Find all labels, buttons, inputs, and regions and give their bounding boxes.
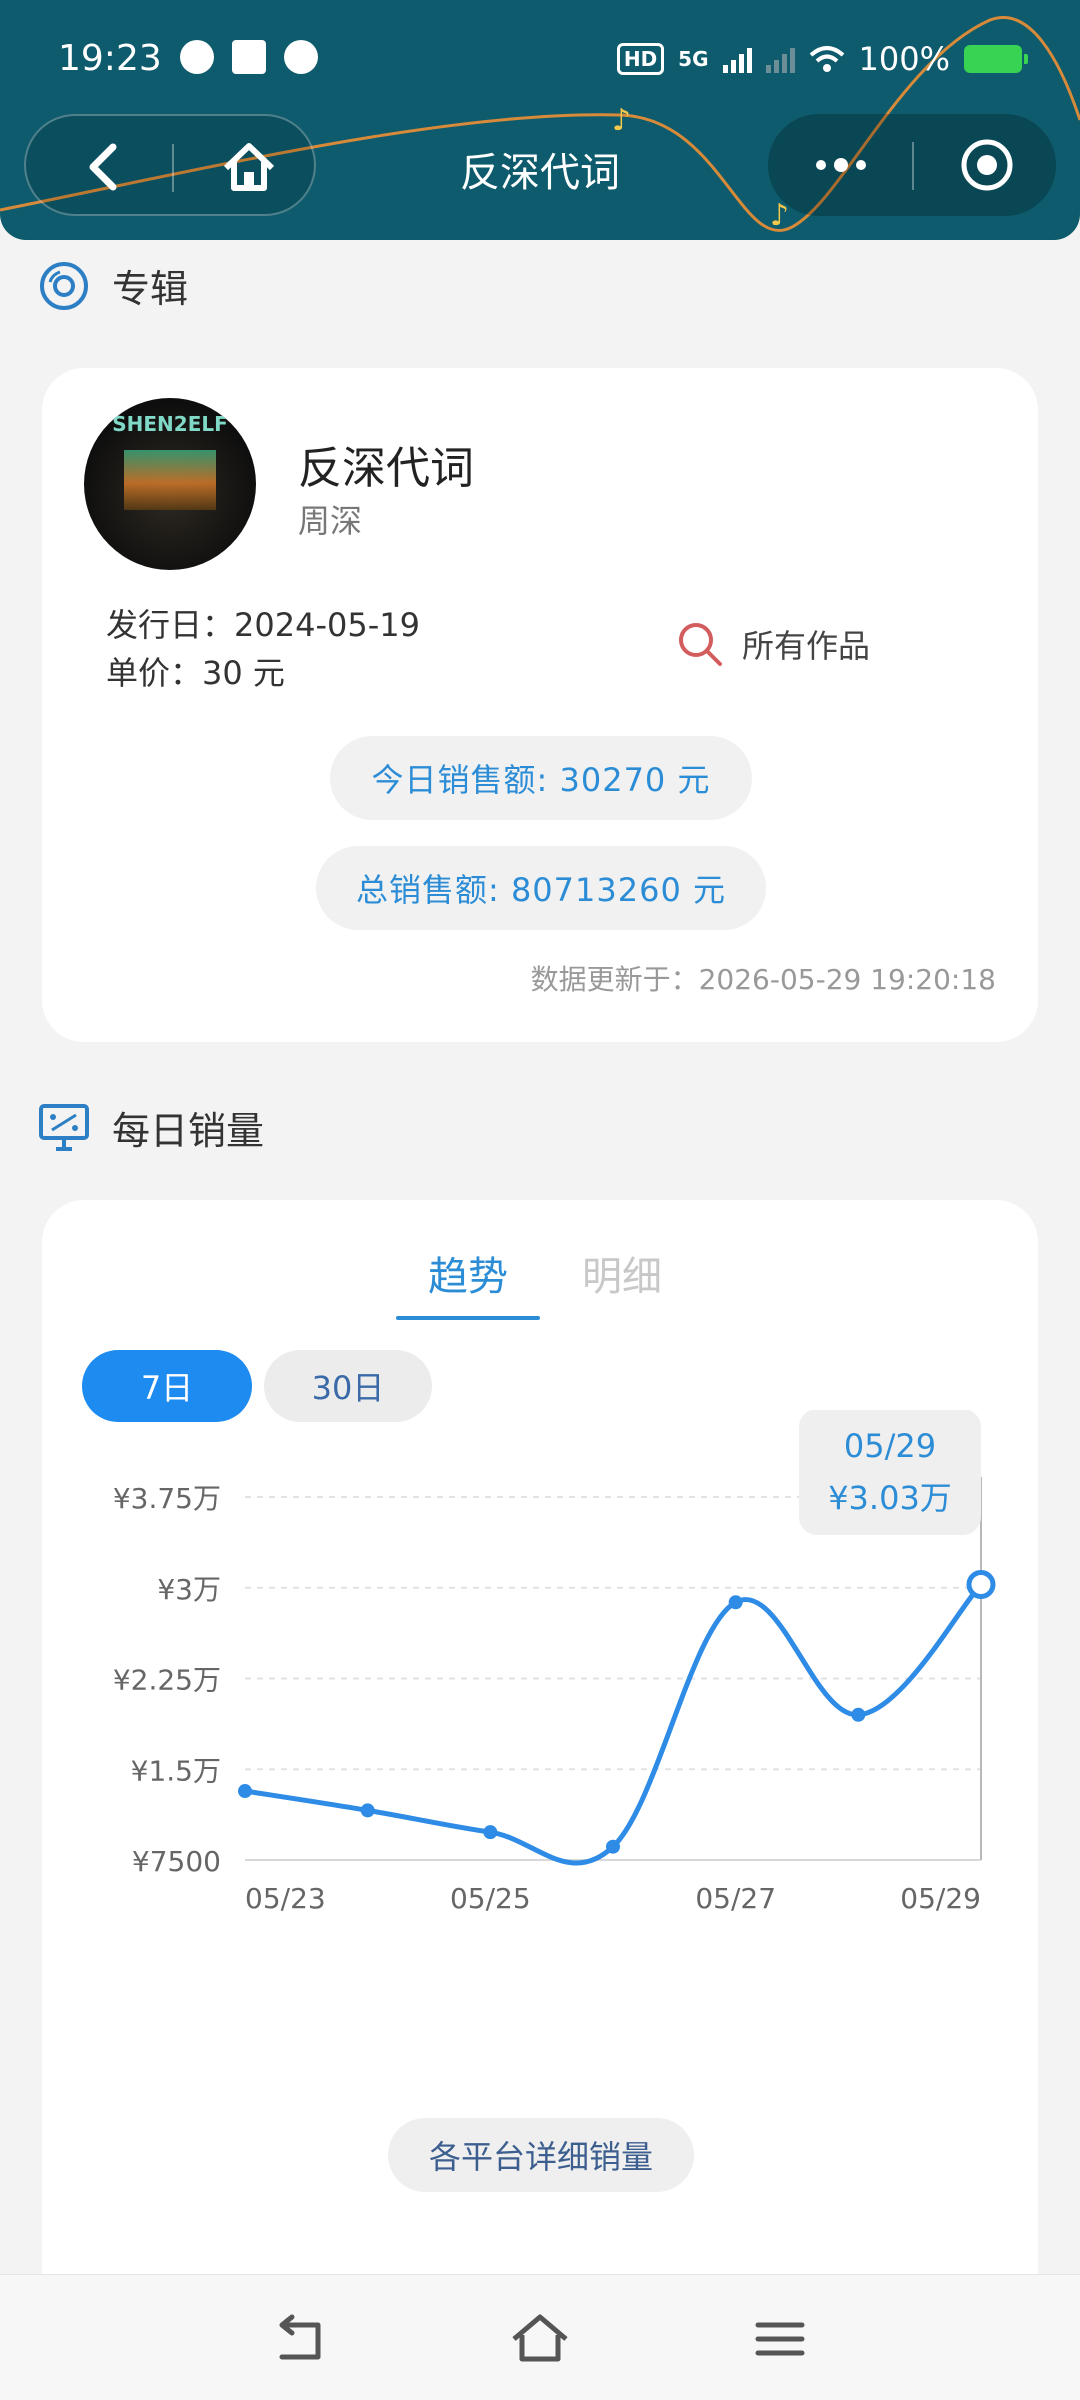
globe-icon [180, 40, 214, 74]
tooltip-value: ¥3.03万 [828, 1479, 952, 1517]
data-point [851, 1707, 866, 1722]
price-label: 单价： [106, 654, 203, 692]
chat-bubble-icon [284, 40, 318, 74]
x-tick-label: 05/23 [245, 1882, 326, 1915]
network-type: 5G [678, 47, 709, 71]
data-point [360, 1803, 375, 1818]
album-section-header: 专辑 [38, 258, 188, 313]
data-point [606, 1839, 620, 1854]
status-right: HD 5G 100% [616, 40, 1028, 78]
release-date-label: 发行日： [106, 606, 235, 644]
total-sales-badge: 总销售额: 80713260 元 [316, 846, 766, 930]
album-cover-art [124, 450, 216, 510]
more-dots-icon [816, 158, 866, 172]
tooltip-date: 05/29 [844, 1427, 936, 1465]
price-row: 单价：30 元 [106, 648, 285, 694]
search-icon [679, 623, 722, 666]
all-works-link[interactable]: 所有作品 [676, 620, 870, 668]
album-cover[interactable]: SHEN2ELF [84, 398, 256, 570]
menu-icon[interactable] [750, 2309, 810, 2369]
hd-badge: HD [616, 43, 665, 75]
y-tick-label: ¥1.5万 [131, 1754, 221, 1787]
release-date-value: 2024-05-19 [234, 606, 420, 644]
tab-detail[interactable]: 明细 [582, 1244, 662, 1302]
battery-icon [964, 45, 1028, 73]
y-tick-label: ¥7500 [132, 1845, 221, 1878]
series-line [244, 1582, 983, 1866]
app-header: ♪ ♪ ♪ 19:23 HD 5G 100% 反深代词 [0, 0, 1080, 240]
home-nav-icon[interactable] [510, 2309, 570, 2369]
battery-percent: 100% [858, 40, 950, 78]
tab-trend[interactable]: 趋势 [428, 1244, 508, 1302]
x-tick-label: 05/27 [695, 1882, 776, 1915]
back-gesture-icon[interactable] [270, 2309, 330, 2369]
svg-text:♪: ♪ [612, 103, 631, 138]
wifi-icon [809, 46, 844, 72]
system-navigation-bar [0, 2274, 1080, 2400]
daily-section-header: 每日销量 [38, 1100, 264, 1155]
target-circle-icon [961, 139, 1013, 191]
y-tick-label: ¥3万 [157, 1573, 221, 1606]
price-value: 30 元 [202, 654, 285, 692]
disc-icon [40, 261, 88, 310]
x-tick-label: 05/25 [450, 1882, 531, 1915]
data-point [238, 1784, 252, 1799]
status-notification-icons [180, 40, 318, 74]
album-name: 反深代词 [298, 443, 474, 494]
signal-secondary-icon [765, 45, 795, 73]
status-time: 19:23 [58, 38, 162, 79]
daily-section-title: 每日销量 [112, 1109, 265, 1153]
artist-name[interactable]: 周深 [298, 496, 362, 542]
x-tick-label: 05/29 [900, 1882, 981, 1915]
mail-icon [232, 40, 266, 74]
platform-detail-sales-button[interactable]: 各平台详细销量 [388, 2118, 694, 2192]
daily-sales-line-chart[interactable]: ¥7500 ¥1.5万 ¥2.25万 ¥3万 ¥3.75万 05/23 05/25 05/27… [42, 1410, 1038, 2100]
active-tab-indicator [396, 1316, 540, 1320]
daily-sales-card: 趋势 明细 7日 30日 ¥7500 ¥1.5万 ¥2.25万 ¥3万 ¥3.75万 05… [42, 1200, 1038, 2320]
nav-right-group [768, 114, 1056, 216]
album-card: SHEN2ELF 反深代词 周深 发行日：2024-05-19 单价：30 元 … [42, 368, 1038, 1042]
all-works-label: 所有作品 [742, 627, 871, 665]
album-cover-text: SHEN2ELF [112, 412, 228, 436]
monitor-chart-icon [39, 1103, 89, 1151]
y-tick-label: ¥3.75万 [113, 1482, 221, 1515]
data-updated-time: 数据更新于：2026-05-29 19:20:18 [530, 963, 996, 996]
data-point-highlighted [966, 1569, 996, 1599]
data-point [728, 1595, 743, 1610]
release-date-row: 发行日：2024-05-19 [106, 600, 420, 646]
close-miniprogram-button[interactable] [956, 134, 1018, 196]
y-tick-label: ¥2.25万 [113, 1664, 221, 1697]
signal-strength-icon [722, 45, 752, 73]
more-button[interactable] [810, 134, 872, 196]
album-section-title: 专辑 [112, 267, 189, 311]
nav-divider [912, 142, 914, 190]
today-sales-badge: 今日销售额: 30270 元 [330, 736, 752, 820]
data-point [483, 1825, 498, 1840]
